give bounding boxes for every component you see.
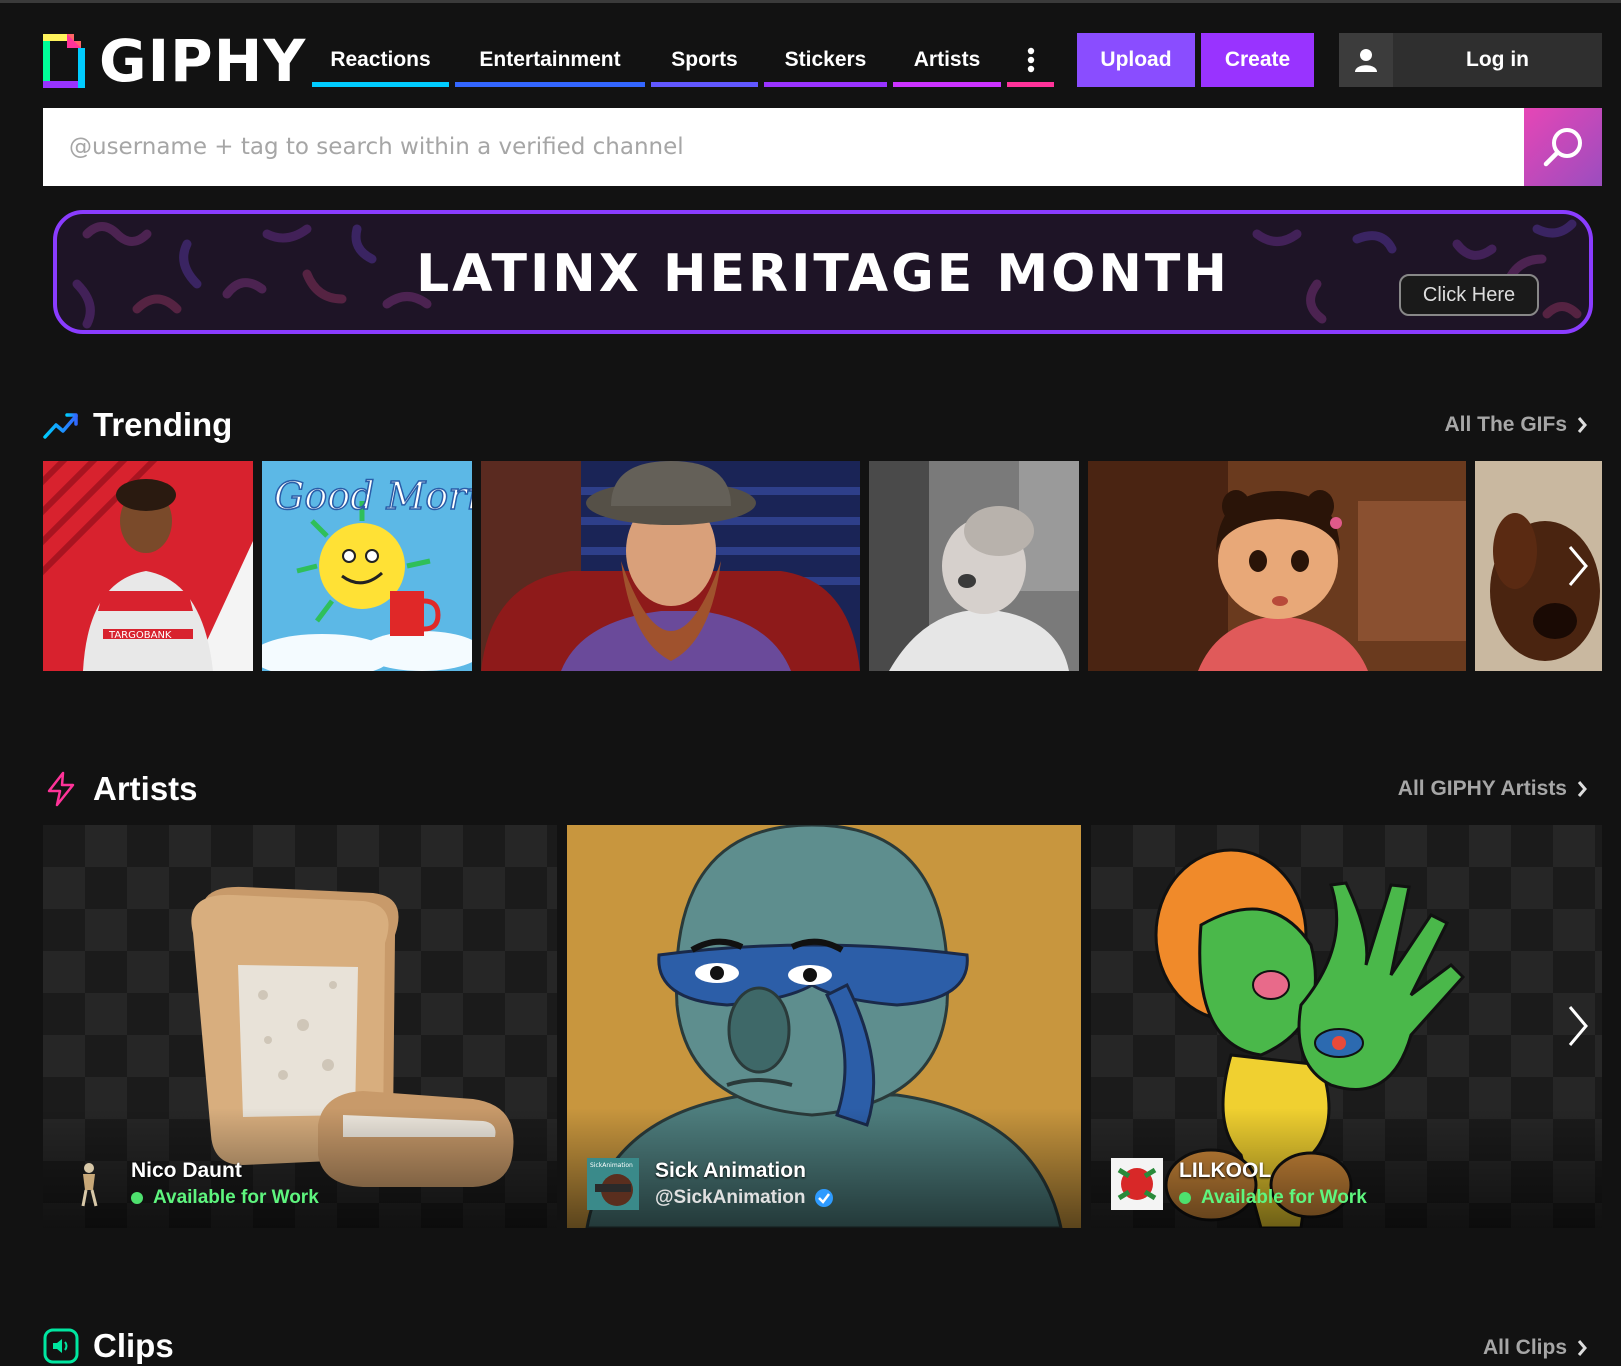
artist-name: LILKOOL: [1179, 1159, 1272, 1182]
trending-gif-soccer-player[interactable]: TARGOBANK: [43, 461, 253, 671]
artists-next-button[interactable]: [1558, 1000, 1598, 1052]
login-button[interactable]: Log in: [1339, 33, 1602, 87]
artist-card-nico-daunt[interactable]: Nico Daunt Available for Work: [43, 825, 557, 1228]
nav-item-sports[interactable]: Sports: [651, 33, 758, 87]
search-bar: [43, 108, 1602, 186]
artist-name: Nico Daunt: [131, 1159, 242, 1182]
main-nav: Reactions Entertainment Sports Stickers …: [312, 33, 1060, 87]
giphy-logo[interactable]: GIPHY: [43, 27, 307, 95]
all-the-gifs-link[interactable]: All The GIFs: [1444, 413, 1587, 437]
clips-header: Clips: [43, 1327, 174, 1365]
svg-text:TARGOBANK: TARGOBANK: [108, 630, 172, 641]
nav-item-stickers[interactable]: Stickers: [764, 33, 887, 87]
more-vertical-icon: [1027, 47, 1034, 73]
nav-item-artists[interactable]: Artists: [893, 33, 1001, 87]
chevron-right-icon: [1568, 546, 1588, 586]
trending-gif-good-morning[interactable]: Good Morning: [262, 461, 472, 671]
artist-card-sick-animation[interactable]: SickAnimation Sick Animation @SickAnimat…: [567, 825, 1081, 1228]
available-dot-icon: [1179, 1192, 1191, 1204]
availability-status: Available for Work: [131, 1187, 319, 1209]
good-morning-image: Good Morning: [262, 461, 472, 671]
upload-label: Upload: [1100, 48, 1172, 71]
chevron-right-icon: [1568, 1006, 1588, 1046]
artist-handle-label: @SickAnimation: [655, 1187, 806, 1208]
artist-name: Sick Animation: [655, 1159, 806, 1182]
laughing-baby-image: [869, 461, 1079, 671]
all-giphy-artists-label: All GIPHY Artists: [1397, 777, 1567, 800]
nav-item-label: Sports: [671, 48, 738, 71]
artist-info: Nico Daunt Available for Work: [63, 1158, 319, 1210]
nav-more-button[interactable]: [1007, 33, 1054, 87]
login-label: Log in: [1466, 48, 1529, 71]
artist-avatar: [1111, 1158, 1163, 1210]
nav-item-label: Artists: [913, 48, 981, 71]
nav-item-entertainment[interactable]: Entertainment: [455, 33, 645, 87]
chevron-right-icon: [1577, 1340, 1587, 1356]
all-the-gifs-label: All The GIFs: [1444, 413, 1567, 436]
artist-info: LILKOOL Available for Work: [1111, 1158, 1367, 1210]
trending-icon: [43, 413, 78, 439]
nav-item-label: Reactions: [330, 48, 431, 71]
search-icon: [1543, 128, 1582, 167]
clips-sound-icon: [43, 1328, 79, 1364]
chevron-right-icon: [1577, 781, 1587, 797]
all-giphy-artists-link[interactable]: All GIPHY Artists: [1398, 777, 1587, 801]
availability-label: Available for Work: [153, 1187, 319, 1208]
giphy-wordmark: GIPHY: [99, 27, 307, 95]
artist-avatar: [81, 1163, 98, 1207]
lightning-icon: [47, 771, 75, 807]
trending-header: Trending: [43, 406, 232, 444]
window-top-border: [0, 0, 1621, 3]
chevron-right-icon: [1577, 417, 1587, 433]
availability-label: Available for Work: [1201, 1187, 1367, 1208]
search-input[interactable]: [43, 108, 1524, 186]
animated-girl-image: [1088, 461, 1466, 671]
trending-gif-laughing-baby[interactable]: [869, 461, 1079, 671]
artists-header: Artists: [43, 770, 198, 808]
create-button[interactable]: Create: [1201, 33, 1314, 87]
nav-item-label: Entertainment: [479, 48, 621, 71]
nav-item-label: Stickers: [784, 48, 867, 71]
trending-next-button[interactable]: [1558, 540, 1598, 592]
latinx-heritage-banner[interactable]: LATINX HERITAGE MONTH Click Here: [53, 210, 1593, 334]
available-dot-icon: [131, 1192, 143, 1204]
giphy-logo-icon: [43, 34, 85, 88]
artist-avatar: SickAnimation: [587, 1158, 639, 1210]
search-button[interactable]: [1524, 108, 1602, 186]
bearded-man-image: [481, 461, 860, 671]
banner-click-here-button[interactable]: Click Here: [1399, 274, 1539, 316]
good-morning-text: Good Morning: [274, 474, 472, 518]
artist-info: SickAnimation Sick Animation @SickAnimat…: [587, 1158, 834, 1210]
artist-handle: @SickAnimation: [655, 1187, 834, 1209]
all-clips-label: All Clips: [1482, 1336, 1567, 1359]
availability-status: Available for Work: [1179, 1187, 1367, 1209]
verified-badge-icon: [814, 1189, 833, 1207]
all-clips-link[interactable]: All Clips: [1483, 1336, 1587, 1360]
trending-title: Trending: [93, 406, 233, 443]
artists-title: Artists: [93, 770, 198, 807]
upload-button[interactable]: Upload: [1077, 33, 1195, 87]
user-icon: [1339, 33, 1393, 87]
artist-card-lilkool[interactable]: LILKOOL Available for Work: [1091, 825, 1602, 1228]
banner-title: LATINX HERITAGE MONTH: [416, 244, 1230, 304]
nav-item-reactions[interactable]: Reactions: [312, 33, 449, 87]
trending-gif-bearded-man[interactable]: [481, 461, 860, 671]
soccer-player-image: TARGOBANK: [43, 461, 253, 671]
clips-title: Clips: [93, 1327, 174, 1364]
avatar-label: SickAnimation: [590, 1162, 633, 1169]
create-label: Create: [1224, 48, 1291, 71]
trending-gif-animated-girl[interactable]: [1088, 461, 1466, 671]
